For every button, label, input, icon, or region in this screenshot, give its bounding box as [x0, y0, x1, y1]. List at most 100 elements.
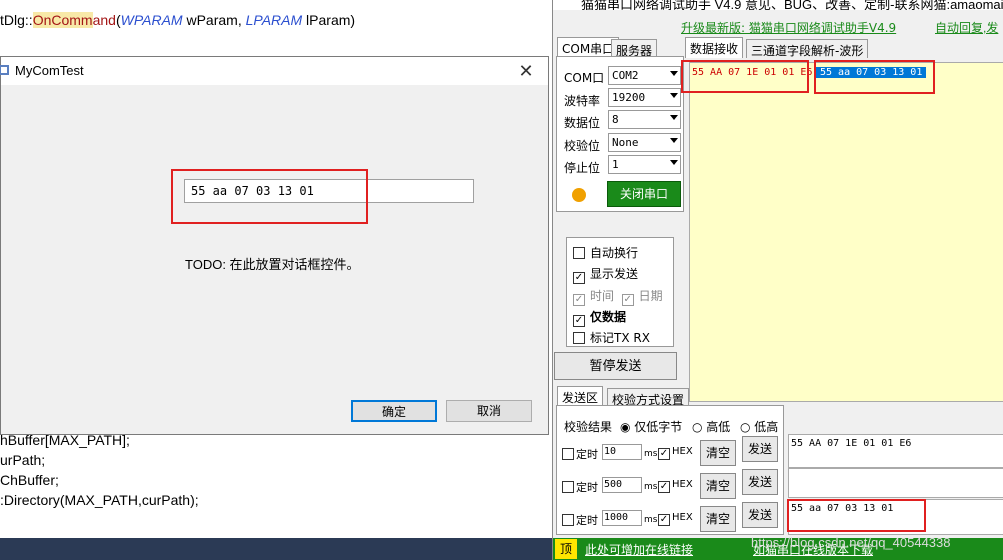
- show-send-checkbox[interactable]: ✓ 显示发送: [573, 265, 638, 284]
- cancel-button[interactable]: 取消: [446, 400, 532, 422]
- close-port-button[interactable]: 关闭串口: [607, 181, 681, 207]
- send-row-2: 定时 500 ms ✓ HEX 清空 发送: [562, 469, 784, 501]
- code-param-1: wParam,: [182, 12, 246, 28]
- send-row-1: 定时 10 ms ✓ HEX 清空 发送: [562, 436, 784, 468]
- code-type-wparam: WPARAM: [120, 12, 183, 28]
- auto-reply-link[interactable]: 自动回复,发: [935, 19, 998, 36]
- radio-high-low[interactable]: ○ 高低: [692, 418, 730, 435]
- baud-select[interactable]: 19200: [608, 88, 681, 107]
- highlight-box: [681, 60, 809, 93]
- pause-send-button[interactable]: 暂停发送: [554, 352, 677, 380]
- code-param-2: lParam): [302, 12, 356, 28]
- tab-send-area[interactable]: 发送区: [557, 386, 604, 407]
- send-text-1[interactable]: 55 AA 07 1E 01 01 E6: [788, 434, 1003, 468]
- ms-unit: ms: [644, 515, 658, 525]
- radio-low-high[interactable]: ○ 低高: [740, 418, 778, 435]
- ms-unit: ms: [644, 449, 658, 459]
- timer-label: 定时: [576, 514, 598, 527]
- stopbits-value: 1: [612, 158, 619, 171]
- code-class-prefix: tDlg::: [0, 12, 33, 28]
- app-icon: [0, 65, 9, 75]
- parity-value: None: [612, 136, 639, 149]
- hex-checkbox[interactable]: ✓ HEX: [658, 446, 693, 460]
- ms-unit: ms: [644, 482, 658, 492]
- radio-low-high-label: 低高: [754, 420, 779, 434]
- time-date-checkbox[interactable]: ✓ 时间 ✓ 日期: [573, 287, 663, 306]
- port-status-indicator: [572, 188, 586, 202]
- watermark: https://blog.csdn.net/qq_40544338: [751, 535, 951, 550]
- dialog-title: MyComTest: [15, 63, 84, 78]
- timer-checkbox[interactable]: 定时: [562, 446, 598, 462]
- show-send-label: 显示发送: [590, 267, 639, 281]
- auto-wrap-checkbox[interactable]: 自动换行: [573, 244, 638, 261]
- pin-top-button[interactable]: 顶: [555, 539, 577, 559]
- databits-value: 8: [612, 113, 619, 126]
- mark-txrx-checkbox[interactable]: 标记TX RX: [573, 329, 650, 346]
- send-button[interactable]: 发送: [742, 469, 778, 495]
- baud-label: 波特率: [564, 94, 601, 108]
- checkbox-icon: [573, 332, 585, 344]
- timer-label: 定时: [576, 481, 598, 494]
- mycomtest-dialog: MyComTest ✕ 55 aa 07 03 13 01 TODO: 在此放置…: [0, 56, 549, 435]
- send-button[interactable]: 发送: [742, 502, 778, 528]
- chevron-down-icon: [670, 138, 678, 143]
- radio-low-byte[interactable]: ◉ 仅低字节: [620, 418, 682, 435]
- code-func-name-a: OnComm: [32, 12, 93, 28]
- highlight-box: [171, 169, 368, 224]
- code-func-name-b: and: [92, 12, 116, 28]
- close-icon[interactable]: ✕: [512, 60, 540, 82]
- send-row-3: 定时 1000 ms ✓ HEX 清空 发送: [562, 502, 784, 534]
- checkbox-icon: ✓: [573, 315, 585, 327]
- checkbox-icon: ✓: [658, 448, 670, 460]
- time-label: 时间: [590, 289, 615, 303]
- mark-txrx-label: 标记TX RX: [590, 331, 650, 345]
- interval-input[interactable]: 10: [602, 444, 642, 460]
- databits-select[interactable]: 8: [608, 110, 681, 129]
- checkbox-icon: ✓: [573, 294, 585, 306]
- tab-data-receive[interactable]: 数据接收: [685, 37, 744, 58]
- tab-waveform[interactable]: 三通道字段解析-波形: [746, 39, 869, 58]
- serial-title-bar[interactable]: 猫猫串口网络调试助手 V4.9 意见、BUG、改善、定制-联系网猫:amaoma…: [553, 0, 1003, 10]
- update-link[interactable]: 升级最新版: 猫猫串口网络调试助手V4.9: [681, 19, 896, 36]
- todo-label: TODO: 在此放置对话框控件。: [185, 257, 360, 272]
- checkbox-icon: [562, 448, 574, 460]
- stopbits-select[interactable]: 1: [608, 155, 681, 174]
- checkbox-icon: ✓: [573, 272, 585, 284]
- tab-com-serial[interactable]: COM串口: [557, 37, 620, 58]
- chevron-down-icon: [670, 71, 678, 76]
- baud-value: 19200: [612, 91, 646, 104]
- send-text-2[interactable]: [788, 468, 1003, 498]
- clear-button[interactable]: 清空: [700, 473, 736, 499]
- display-options-group: 自动换行 ✓ 显示发送 ✓ 时间 ✓ 日期 ✓ 仅数据 标记TX RX: [566, 237, 674, 347]
- interval-input[interactable]: 500: [602, 477, 642, 493]
- com-port-value: COM2: [612, 69, 639, 82]
- online-link[interactable]: 此处可增加在线链接: [585, 541, 693, 558]
- clear-button[interactable]: 清空: [700, 506, 736, 532]
- radio-low-byte-label: 仅低字节: [634, 420, 683, 434]
- interval-input[interactable]: 1000: [602, 510, 642, 526]
- timer-checkbox[interactable]: 定时: [562, 512, 598, 528]
- hex-checkbox[interactable]: ✓ HEX: [658, 479, 693, 493]
- timer-checkbox[interactable]: 定时: [562, 479, 598, 495]
- clear-button[interactable]: 清空: [700, 440, 736, 466]
- auto-wrap-label: 自动换行: [590, 246, 639, 260]
- parity-select[interactable]: None: [608, 133, 681, 152]
- send-panel: 校验结果 ◉ 仅低字节 ○ 高低 ○ 低高 定时 10 ms ✓ HEX 清空 发…: [556, 405, 784, 535]
- hex-checkbox[interactable]: ✓ HEX: [658, 512, 693, 526]
- ok-button[interactable]: 确定: [351, 400, 437, 422]
- code-type-lparam: LPARAM: [245, 12, 303, 28]
- code-line-header: tDlg::OnCommand(WPARAM wParam, LPARAM lP…: [0, 12, 355, 28]
- data-only-checkbox[interactable]: ✓ 仅数据: [573, 308, 626, 327]
- data-only-label: 仅数据: [590, 310, 627, 324]
- chevron-down-icon: [670, 93, 678, 98]
- receive-area[interactable]: 55 AA 07 1E 01 01 E6 55 aa 07 03 13 01: [689, 62, 1003, 402]
- stopbits-label: 停止位: [564, 161, 601, 175]
- com-port-select[interactable]: COM2: [608, 66, 681, 85]
- checkbox-icon: ✓: [621, 294, 634, 306]
- dialog-title-bar[interactable]: MyComTest ✕: [0, 57, 548, 85]
- send-button[interactable]: 发送: [742, 436, 778, 462]
- com-port-label: COM口: [564, 71, 605, 85]
- code-line: urPath;: [0, 452, 46, 468]
- code-line: :Directory(MAX_PATH,curPath);: [0, 492, 199, 508]
- checkbox-icon: ✓: [658, 481, 670, 493]
